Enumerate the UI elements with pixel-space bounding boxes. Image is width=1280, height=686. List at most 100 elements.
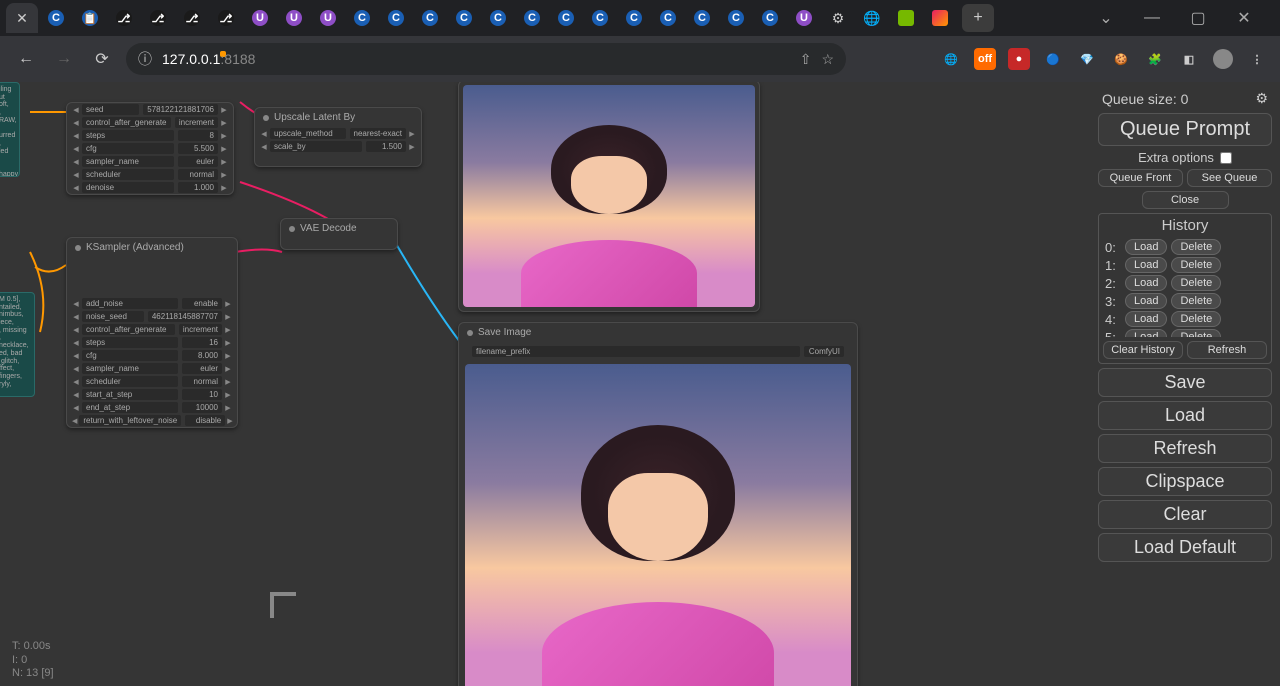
extensions-icon[interactable]: 🧩 (1144, 48, 1166, 70)
u-icon: U (320, 10, 336, 26)
history-delete-button[interactable]: Delete (1171, 311, 1221, 327)
tab-15[interactable]: C (516, 3, 548, 33)
ksampler-node-1[interactable]: ◀seed578122121881706▶◀control_after_gene… (66, 102, 234, 195)
ext-3[interactable]: ● (1008, 48, 1030, 70)
ext-4[interactable]: 🔵 (1042, 48, 1064, 70)
refresh-history-button[interactable]: Refresh (1187, 341, 1267, 359)
extra-options-label: Extra options (1138, 150, 1214, 165)
window-minimize[interactable]: — (1134, 4, 1170, 32)
ext-1[interactable]: 🌐 (940, 48, 962, 70)
text-node-1[interactable]: iling ut oft, , RAW, urred , led happy p… (0, 82, 20, 177)
tab-17[interactable]: C (584, 3, 616, 33)
window-maximize[interactable]: ▢ (1180, 4, 1216, 32)
nav-back[interactable]: ← (12, 45, 40, 73)
history-delete-button[interactable]: Delete (1171, 257, 1221, 273)
history-delete-button[interactable]: Delete (1171, 239, 1221, 255)
extra-options-checkbox[interactable] (1220, 152, 1232, 164)
close-button[interactable]: Close (1142, 191, 1229, 209)
preview-node-1[interactable] (458, 82, 760, 312)
text-node-2[interactable]: M 0.5], ntailed, nimbus, iece, , missing… (0, 292, 35, 397)
tab-1[interactable]: C (40, 3, 72, 33)
tab-14[interactable]: C (482, 3, 514, 33)
tab-6[interactable]: ⎇ (210, 3, 242, 33)
u-icon: U (286, 10, 302, 26)
c-icon: C (456, 10, 472, 26)
tab-24[interactable]: ⚙ (822, 3, 854, 33)
clipspace-button[interactable]: Clipspace (1098, 467, 1272, 496)
history-load-button[interactable]: Load (1125, 311, 1167, 327)
ext-6[interactable]: 🍪 (1110, 48, 1132, 70)
preview-image-1 (463, 85, 755, 307)
clear-button[interactable]: Clear (1098, 500, 1272, 529)
tab-22[interactable]: C (754, 3, 786, 33)
resize-handle[interactable] (270, 592, 296, 618)
address-port: :8188 (220, 51, 226, 57)
ext-5[interactable]: 💎 (1076, 48, 1098, 70)
ext-2[interactable]: off (974, 48, 996, 70)
address-bar[interactable]: ⓘ 127.0.0.1:8188 ⇧ ☆ (126, 43, 846, 75)
refresh-button[interactable]: Refresh (1098, 434, 1272, 463)
history-load-button[interactable]: Load (1125, 293, 1167, 309)
history-delete-button[interactable]: Delete (1171, 329, 1221, 337)
tab-23[interactable]: U (788, 3, 820, 33)
tabs-dropdown[interactable]: ⌄ (1088, 4, 1124, 32)
tab-16[interactable]: C (550, 3, 582, 33)
tab-5[interactable]: ⎇ (176, 3, 208, 33)
tab-8[interactable]: U (278, 3, 310, 33)
ksampler-advanced-node[interactable]: KSampler (Advanced) ◀add_noiseenable▶◀no… (66, 237, 238, 428)
gear-icon[interactable]: ⚙ (1255, 90, 1268, 107)
vae-decode-node[interactable]: VAE Decode (280, 218, 398, 250)
tab-close[interactable]: ✕ (6, 3, 38, 33)
save-image-node[interactable]: Save Image filename_prefixComfyUI (458, 322, 858, 686)
tab-new[interactable]: + (962, 4, 994, 32)
tab-18[interactable]: C (618, 3, 650, 33)
tab-12[interactable]: C (414, 3, 446, 33)
node-canvas[interactable]: iling ut oft, , RAW, urred , led happy p… (0, 82, 1090, 686)
queue-front-button[interactable]: Queue Front (1098, 169, 1183, 187)
share-icon[interactable]: ⇧ (800, 51, 812, 68)
upscale-latent-node[interactable]: Upscale Latent By ◀upscale_methodnearest… (254, 107, 422, 167)
tab-19[interactable]: C (652, 3, 684, 33)
history-load-button[interactable]: Load (1125, 239, 1167, 255)
tab-21[interactable]: C (720, 3, 752, 33)
tab-25[interactable]: 🌐 (856, 3, 888, 33)
history-load-button[interactable]: Load (1125, 275, 1167, 291)
history-delete-button[interactable]: Delete (1171, 293, 1221, 309)
star-icon[interactable]: ☆ (821, 51, 834, 68)
history-load-button[interactable]: Load (1125, 257, 1167, 273)
node-title: VAE Decode (300, 223, 357, 234)
queue-prompt-button[interactable]: Queue Prompt (1098, 113, 1272, 146)
tab-2[interactable]: 📋 (74, 3, 106, 33)
tab-26[interactable] (890, 3, 922, 33)
c-icon: C (354, 10, 370, 26)
tab-4[interactable]: ⎇ (142, 3, 174, 33)
nav-reload[interactable]: ⟳ (88, 45, 116, 73)
queue-size-label: Queue size: (1102, 91, 1177, 107)
side-panel-icon[interactable]: ◧ (1178, 48, 1200, 70)
nav-forward[interactable]: → (50, 45, 78, 73)
tab-20[interactable]: C (686, 3, 718, 33)
see-queue-button[interactable]: See Queue (1187, 169, 1272, 187)
history-load-button[interactable]: Load (1125, 329, 1167, 337)
clear-history-button[interactable]: Clear History (1103, 341, 1183, 359)
window-close[interactable]: ✕ (1226, 4, 1262, 32)
c-icon: C (694, 10, 710, 26)
load-button[interactable]: Load (1098, 401, 1272, 430)
site-info-icon[interactable]: ⓘ (138, 49, 152, 69)
github-icon: ⎇ (184, 10, 200, 26)
history-delete-button[interactable]: Delete (1171, 275, 1221, 291)
save-button[interactable]: Save (1098, 368, 1272, 397)
load-default-button[interactable]: Load Default (1098, 533, 1272, 562)
menu-icon[interactable]: ⋮ (1246, 48, 1268, 70)
tab-27[interactable] (924, 3, 956, 33)
history-list[interactable]: 0:LoadDelete1:LoadDelete2:LoadDelete3:Lo… (1099, 237, 1271, 337)
c-icon: C (48, 10, 64, 26)
node-dot-icon (289, 226, 295, 232)
tab-9[interactable]: U (312, 3, 344, 33)
tab-11[interactable]: C (380, 3, 412, 33)
tab-3[interactable]: ⎇ (108, 3, 140, 33)
tab-10[interactable]: C (346, 3, 378, 33)
tab-13[interactable]: C (448, 3, 480, 33)
tab-7[interactable]: U (244, 3, 276, 33)
profile-icon[interactable] (1212, 48, 1234, 70)
